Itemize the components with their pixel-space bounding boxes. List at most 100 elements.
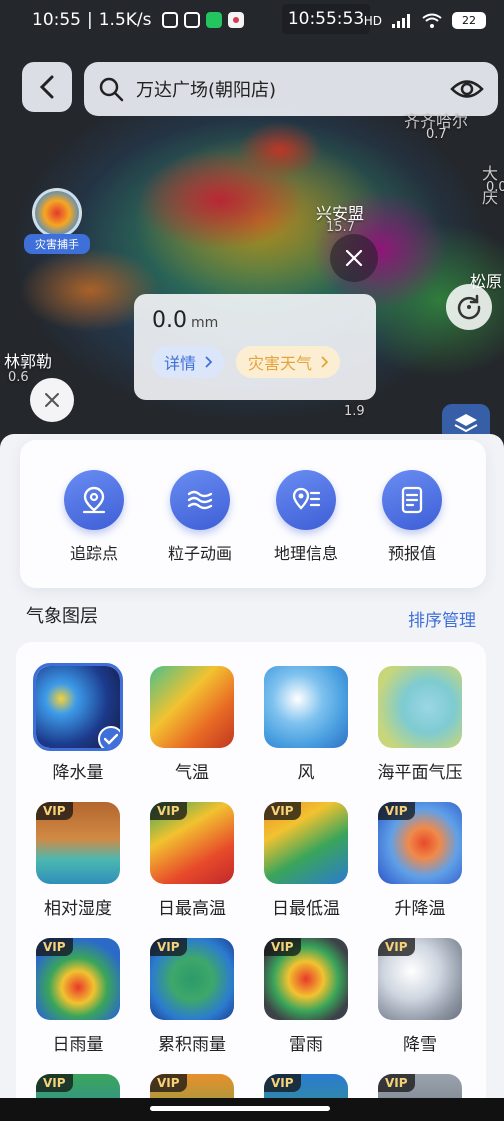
popup-buttons: 详情 灾害天气 bbox=[152, 346, 341, 378]
map-label-city[interactable]: 林郭勒 bbox=[4, 348, 52, 372]
sort-management-link[interactable]: 排序管理 bbox=[408, 606, 476, 631]
status-left: 10:55 | 1.5K/s bbox=[32, 10, 244, 30]
layer-label: 累积雨量 bbox=[158, 1035, 226, 1055]
status-divider: | bbox=[87, 10, 93, 30]
disaster-weather-button[interactable]: 灾害天气 bbox=[236, 346, 341, 378]
status-speed: 1.5K/s bbox=[98, 10, 152, 30]
layer-thumbnail: VIP bbox=[264, 802, 348, 884]
layer-thunderstorm[interactable]: VIP 雷雨 bbox=[256, 938, 356, 1055]
popup-reading: 0.0 mm bbox=[152, 308, 358, 333]
vip-badge: VIP bbox=[264, 802, 301, 820]
layer-thumbnail: VIP bbox=[378, 938, 462, 1020]
back-button[interactable] bbox=[22, 62, 72, 112]
refresh-button[interactable] bbox=[446, 284, 492, 330]
layers-grid: 降水量 气温 风 海平面气压 VIP 相对湿度 VIP 日最高温 VIP 日最低… bbox=[16, 642, 486, 1121]
layer-thumbnail: VIP bbox=[150, 802, 234, 884]
refresh-icon bbox=[457, 294, 481, 320]
home-indicator[interactable] bbox=[150, 1106, 330, 1111]
vip-badge: VIP bbox=[378, 938, 415, 956]
layer-label: 降雪 bbox=[403, 1035, 437, 1055]
wechat-icon bbox=[205, 12, 222, 28]
layer-sea-level-pressure[interactable]: 海平面气压 bbox=[370, 666, 470, 783]
weather-layers-title: 气象图层 bbox=[26, 606, 98, 627]
layer-thumbnail bbox=[150, 666, 234, 748]
wave-icon bbox=[170, 470, 230, 530]
tools-card: 追踪点 粒子动画 地理信息 预报值 bbox=[20, 440, 486, 588]
tool-particle-animation[interactable]: 粒子动画 bbox=[148, 470, 252, 564]
layer-daily-max-temp[interactable]: VIP 日最高温 bbox=[142, 802, 242, 919]
layer-label: 升降温 bbox=[394, 899, 446, 919]
status-right: HD 22 bbox=[364, 12, 486, 29]
layer-daily-rain[interactable]: VIP 日雨量 bbox=[28, 938, 128, 1055]
map-label-value: 0.7 bbox=[426, 127, 447, 142]
eye-toggle-button[interactable] bbox=[450, 76, 484, 106]
layers-icon bbox=[454, 414, 478, 433]
layer-label: 雷雨 bbox=[289, 1035, 323, 1055]
layer-thumbnail: VIP bbox=[36, 802, 120, 884]
layer-precipitation[interactable]: 降水量 bbox=[28, 663, 128, 783]
close-icon bbox=[345, 249, 363, 267]
center-clock: 10:55:53 bbox=[282, 4, 370, 34]
disaster-catcher-badge[interactable]: 灾害捕手 bbox=[24, 188, 90, 256]
map-label-value: 15.7 bbox=[326, 220, 355, 235]
layer-thumbnail: VIP bbox=[36, 938, 120, 1020]
document-icon bbox=[382, 470, 442, 530]
chevron-right-icon bbox=[205, 356, 213, 368]
layer-label: 气温 bbox=[175, 763, 209, 783]
close-icon bbox=[45, 393, 59, 407]
mute-icon bbox=[161, 12, 178, 28]
checkmark-icon bbox=[98, 726, 120, 748]
map-label-value: 0.0 bbox=[486, 180, 504, 195]
bottom-sheet: 追踪点 粒子动画 地理信息 预报值 气象图层 排序管理 降水量 气温 风 海平面… bbox=[0, 434, 504, 1121]
status-app-icons bbox=[161, 12, 244, 28]
alarm-icon bbox=[183, 12, 200, 28]
details-button[interactable]: 详情 bbox=[152, 346, 225, 378]
disaster-weather-label: 灾害天气 bbox=[248, 354, 313, 373]
popup-value: 0.0 bbox=[152, 308, 187, 333]
layer-label: 日最低温 bbox=[272, 899, 340, 919]
wifi-icon bbox=[422, 13, 442, 28]
vip-badge: VIP bbox=[378, 1074, 415, 1092]
radar-map[interactable]: 10:55 | 1.5K/s 10:55:53 HD 22 万达广场(朝阳店) bbox=[0, 0, 504, 470]
search-icon bbox=[99, 77, 124, 102]
layer-relative-humidity[interactable]: VIP 相对湿度 bbox=[28, 802, 128, 919]
layer-accumulated-rain[interactable]: VIP 累积雨量 bbox=[142, 938, 242, 1055]
tool-forecast-value[interactable]: 预报值 bbox=[360, 470, 464, 564]
chevron-right-icon bbox=[321, 356, 329, 368]
vip-badge: VIP bbox=[150, 938, 187, 956]
layer-label: 风 bbox=[297, 763, 315, 783]
layer-thumbnail: VIP bbox=[150, 938, 234, 1020]
layer-daily-min-temp[interactable]: VIP 日最低温 bbox=[256, 802, 356, 919]
battery-indicator: 22 bbox=[452, 12, 486, 29]
geo-list-icon bbox=[276, 470, 336, 530]
network-label: HD bbox=[363, 13, 382, 28]
map-extra-value: 1.9 bbox=[344, 404, 365, 419]
disaster-radar-icon bbox=[32, 188, 82, 238]
vip-badge: VIP bbox=[36, 1074, 73, 1092]
layer-thumbnail bbox=[33, 663, 123, 751]
status-time: 10:55 bbox=[32, 10, 81, 30]
vip-badge: VIP bbox=[36, 802, 73, 820]
layer-temperature[interactable]: 气温 bbox=[142, 666, 242, 783]
tool-geo-info[interactable]: 地理信息 bbox=[254, 470, 358, 564]
tool-label: 预报值 bbox=[387, 544, 436, 563]
app-notification-icon bbox=[227, 12, 244, 28]
popup-unit: mm bbox=[191, 315, 219, 331]
layer-label: 日雨量 bbox=[52, 1035, 104, 1055]
layer-thumbnail: VIP bbox=[378, 802, 462, 884]
map-close-button[interactable] bbox=[330, 234, 378, 282]
layer-snowfall[interactable]: VIP 降雪 bbox=[370, 938, 470, 1055]
layer-label: 相对湿度 bbox=[44, 899, 112, 919]
layer-thumbnail bbox=[378, 666, 462, 748]
location-pin-icon bbox=[64, 470, 124, 530]
chevron-left-icon bbox=[39, 75, 54, 99]
tool-tracking-point[interactable]: 追踪点 bbox=[42, 470, 146, 564]
layer-wind[interactable]: 风 bbox=[256, 666, 356, 783]
vip-badge: VIP bbox=[264, 1074, 301, 1092]
panel-close-button[interactable] bbox=[30, 378, 74, 422]
vip-badge: VIP bbox=[36, 938, 73, 956]
signal-icon bbox=[392, 13, 410, 28]
layer-label: 海平面气压 bbox=[377, 763, 463, 783]
status-bar: 10:55 | 1.5K/s 10:55:53 HD 22 bbox=[0, 0, 504, 44]
layer-temp-change[interactable]: VIP 升降温 bbox=[370, 802, 470, 919]
